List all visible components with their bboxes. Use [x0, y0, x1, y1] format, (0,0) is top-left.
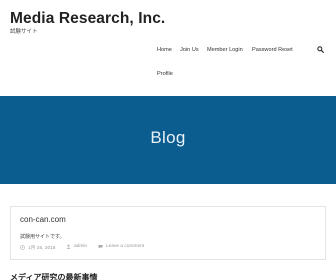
post-date-text: 1月 25, 2018	[28, 246, 56, 251]
site-header: Media Research, Inc. 試験サイト Home Join Us …	[0, 0, 336, 96]
clock-icon	[20, 245, 25, 250]
next-post-title[interactable]: メディア研究の最新事情	[10, 272, 97, 280]
leave-comment-link[interactable]: Leave a comment	[106, 244, 144, 249]
post-comments: Leave a comment	[98, 244, 144, 249]
post-date: 1月 25, 2018	[20, 244, 55, 251]
search-icon[interactable]	[317, 46, 324, 53]
user-icon	[66, 244, 71, 249]
post-author: admin	[66, 244, 87, 249]
post-title-link[interactable]: con-can.com	[20, 215, 66, 224]
page-title: Blog	[150, 128, 186, 147]
nav-item-home[interactable]: Home	[157, 47, 172, 53]
comment-icon	[98, 245, 103, 249]
post-author-link[interactable]: admin	[74, 244, 87, 249]
page-hero-banner: Blog	[0, 96, 336, 184]
nav-item-password-reset[interactable]: Password Reset	[252, 47, 293, 53]
site-title[interactable]: Media Research, Inc.	[10, 10, 165, 28]
nav-item-join-us[interactable]: Join Us	[180, 47, 199, 53]
site-tagline: 試験サイト	[10, 29, 38, 35]
post-card: con-can.com 試験用サイトです。 1月 25, 2018 admin …	[10, 206, 326, 260]
nav-item-member-login[interactable]: Member Login	[207, 47, 243, 53]
post-excerpt: 試験用サイトです。	[20, 234, 65, 240]
nav-item-profile[interactable]: Profile	[157, 71, 173, 77]
